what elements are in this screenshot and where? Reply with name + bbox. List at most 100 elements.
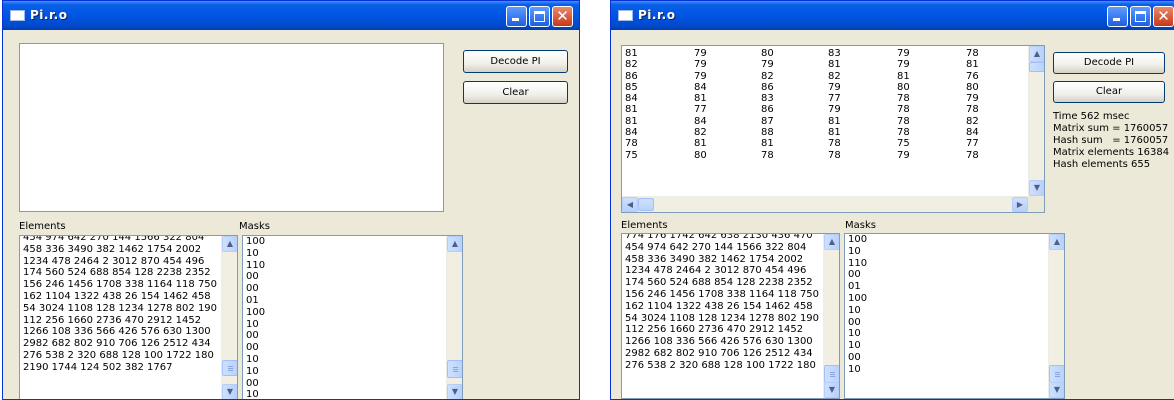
elements-list-item[interactable]: 156 246 1456 1708 338 1164 118 750 <box>20 279 221 291</box>
elements-list-item[interactable]: 458 336 3490 382 1462 1754 2002 <box>20 244 221 256</box>
masks-list-item[interactable]: 100 <box>845 293 1048 305</box>
elements-list-item[interactable]: 454 974 642 270 144 1566 322 804 <box>20 236 221 244</box>
elements-list-item[interactable]: 1234 478 2464 2 3012 870 454 496 <box>622 265 823 277</box>
title-bar[interactable]: Pi.r.o ✕ <box>3 1 579 30</box>
elements-list-item[interactable]: 112 256 1660 2736 470 2912 1452 <box>20 315 221 327</box>
elements-vertical-scrollbar[interactable]: ▲ ▼ <box>823 234 839 398</box>
scroll-up-icon[interactable]: ▲ <box>824 234 839 250</box>
clear-button[interactable]: Clear <box>1053 81 1165 103</box>
masks-list-item[interactable]: 01 <box>845 281 1048 293</box>
elements-list-item[interactable]: 774 176 1742 642 638 2130 436 470 <box>622 234 823 242</box>
masks-list[interactable]: 100 10 110 00 01 100 10 00 10 10 00 10 ▲ ▼ <box>844 233 1065 399</box>
elements-list-item[interactable]: 454 974 642 270 144 1566 322 804 <box>622 242 823 254</box>
horizontal-scroll-thumb[interactable] <box>638 198 654 211</box>
masks-list-item[interactable]: 00 <box>845 269 1048 281</box>
elements-list-item[interactable]: 174 560 524 688 854 128 2238 2352 <box>20 267 221 279</box>
masks-list-item[interactable]: 00 <box>845 352 1048 364</box>
elements-list-item[interactable]: 156 246 1456 1708 338 1164 118 750 <box>622 289 823 301</box>
scroll-up-icon[interactable]: ▲ <box>1029 46 1044 62</box>
scroll-up-icon[interactable]: ▲ <box>447 236 462 252</box>
masks-list-item[interactable]: 10 <box>845 305 1048 317</box>
matrix-cell: 79 <box>828 81 841 93</box>
masks-list-item[interactable]: 100 <box>845 234 1048 246</box>
output-text-area[interactable] <box>19 43 444 212</box>
masks-list-item[interactable]: 10 <box>845 246 1048 258</box>
maximize-button[interactable] <box>529 6 550 27</box>
elements-vertical-scrollbar[interactable]: ▲ ▼ <box>221 236 237 399</box>
elements-list-item[interactable]: 162 1104 1322 438 26 154 1462 458 <box>20 291 221 303</box>
elements-list-item[interactable]: 1234 478 2464 2 3012 870 454 496 <box>20 256 221 268</box>
masks-list-item[interactable]: 00 <box>243 342 446 354</box>
scroll-down-icon[interactable]: ▼ <box>1029 180 1044 196</box>
elements-list[interactable]: 454 974 642 270 144 1566 322 804 458 336 … <box>19 235 238 399</box>
clear-button[interactable]: Clear <box>463 81 568 104</box>
scroll-thumb[interactable] <box>824 365 839 383</box>
masks-list-item[interactable]: 10 <box>243 389 446 399</box>
scroll-left-icon[interactable]: ◀ <box>622 197 638 212</box>
matrix-vertical-scrollbar[interactable]: ▲ ▼ <box>1028 46 1044 196</box>
masks-list-item[interactable]: 10 <box>243 248 446 260</box>
close-button[interactable]: ✕ <box>552 6 573 27</box>
masks-list-item[interactable]: 10 <box>845 328 1048 340</box>
scroll-down-icon[interactable]: ▼ <box>1049 382 1064 398</box>
scroll-up-icon[interactable]: ▲ <box>222 236 237 252</box>
matrix-row: 82 79 79 81 79 81 <box>622 59 1026 70</box>
masks-list-item[interactable]: 00 <box>243 330 446 342</box>
masks-vertical-scrollbar[interactable]: ▲ ▼ <box>446 236 462 399</box>
elements-list-item[interactable]: 2982 682 802 910 706 126 2512 434 <box>20 338 221 350</box>
masks-list-item[interactable]: 10 <box>243 319 446 331</box>
elements-list[interactable]: 774 176 1742 642 638 2130 436 470 454 974… <box>621 233 840 399</box>
elements-list-item[interactable]: 162 1104 1322 438 26 154 1462 458 <box>622 301 823 313</box>
elements-list-item[interactable]: 174 560 524 688 854 128 2238 2352 <box>622 277 823 289</box>
elements-list-item[interactable]: 276 538 2 320 688 128 100 1722 180 <box>20 350 221 362</box>
matrix-horizontal-scrollbar[interactable]: ◀ ▶ <box>622 196 1028 212</box>
close-button[interactable]: ✕ <box>1153 6 1174 27</box>
scroll-right-icon[interactable]: ▶ <box>1012 197 1028 212</box>
scroll-thumb[interactable] <box>447 360 462 378</box>
scroll-down-icon[interactable]: ▼ <box>824 382 839 398</box>
minimize-button[interactable] <box>1107 6 1128 27</box>
masks-list-item[interactable]: 10 <box>845 340 1048 352</box>
elements-list-item[interactable]: 1266 108 336 566 426 576 630 1300 <box>622 336 823 348</box>
masks-list-item[interactable]: 10 <box>243 354 446 366</box>
elements-list-item[interactable]: 2982 682 802 910 706 126 2512 434 <box>622 348 823 360</box>
title-bar[interactable]: Pi.r.o ✕ <box>611 1 1174 30</box>
masks-vertical-scrollbar[interactable]: ▲ ▼ <box>1048 234 1064 398</box>
elements-list-item[interactable]: 112 256 1660 2736 470 2912 1452 <box>622 324 823 336</box>
decode-pi-button[interactable]: Decode PI <box>463 50 568 73</box>
masks-list-item[interactable]: 10 <box>845 364 1048 376</box>
masks-list-item[interactable]: 01 <box>243 295 446 307</box>
scroll-down-icon[interactable]: ▼ <box>447 384 462 399</box>
masks-list-item[interactable]: 110 <box>243 260 446 272</box>
scroll-down-icon[interactable]: ▼ <box>222 384 237 399</box>
elements-list-item[interactable]: 54 3024 1108 128 1234 1278 802 190 <box>622 313 823 325</box>
maximize-button[interactable] <box>1130 6 1151 27</box>
matrix-cell: 84 <box>625 93 638 105</box>
elements-list-item[interactable]: 1266 108 336 566 426 576 630 1300 <box>20 326 221 338</box>
minimize-button[interactable] <box>506 6 527 27</box>
elements-list-item[interactable]: 2190 1744 124 502 382 1767 <box>20 362 221 374</box>
matrix-cell: 81 <box>828 127 841 139</box>
matrix-text-area[interactable]: 81 79 80 83 79 78 82 79 79 81 79 81 86 79 82 82 81 76 85 84… <box>621 45 1045 213</box>
masks-list-item[interactable]: 00 <box>243 283 446 295</box>
matrix-cell: 75 <box>625 149 638 161</box>
matrix-cell: 78 <box>897 104 910 116</box>
elements-list-item[interactable]: 276 538 2 320 688 128 100 1722 180 <box>622 360 823 372</box>
masks-list-item[interactable]: 100 <box>243 307 446 319</box>
scroll-thumb[interactable] <box>1049 365 1064 383</box>
masks-list-item[interactable]: 00 <box>243 271 446 283</box>
matrix-cell: 80 <box>966 81 979 93</box>
masks-list-item[interactable]: 110 <box>845 258 1048 270</box>
masks-list-item[interactable]: 100 <box>243 236 446 248</box>
masks-list-item[interactable]: 00 <box>845 317 1048 329</box>
scroll-thumb[interactable] <box>222 360 237 376</box>
masks-list-item[interactable]: 00 <box>243 378 446 390</box>
masks-list[interactable]: 100 10 110 00 00 01 100 10 00 00 10 10 00 10 ▲ ▼ <box>242 235 463 399</box>
matrix-row: 84 81 83 77 78 79 <box>622 93 1026 104</box>
decode-pi-button[interactable]: Decode PI <box>1053 52 1165 74</box>
scroll-up-icon[interactable]: ▲ <box>1049 234 1064 250</box>
elements-list-item[interactable]: 54 3024 1108 128 1234 1278 802 190 <box>20 303 221 315</box>
scroll-thumb[interactable] <box>1029 62 1044 72</box>
masks-list-item[interactable]: 10 <box>243 366 446 378</box>
elements-list-item[interactable]: 458 336 3490 382 1462 1754 2002 <box>622 254 823 266</box>
